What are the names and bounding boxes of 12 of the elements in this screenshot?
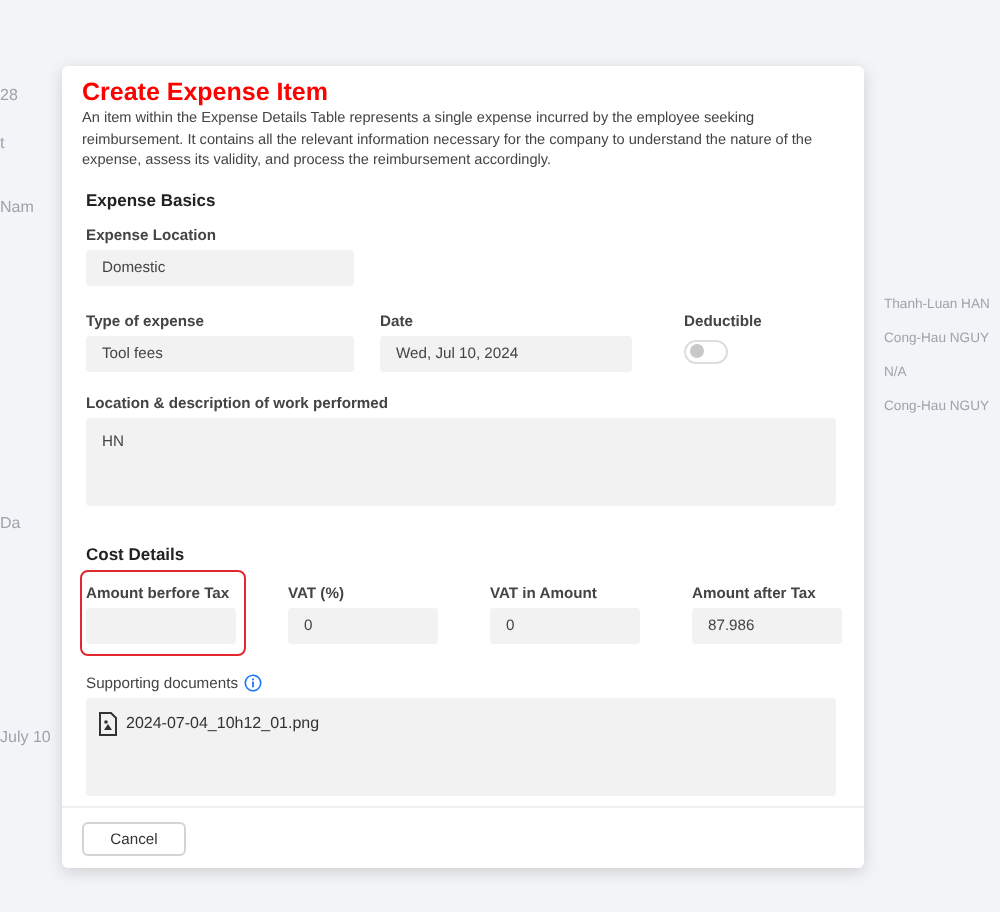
section-heading: Expense Basics	[86, 189, 218, 209]
background-text: July 10	[0, 726, 53, 750]
toggle-switch[interactable]	[684, 339, 728, 363]
background-text: Nam	[0, 196, 36, 220]
section-heading: Cost Details	[86, 543, 187, 563]
dialog-title: Create Expense Item	[82, 78, 330, 108]
file-name[interactable]: 2024-07-04_10h12_01.png	[126, 714, 320, 732]
background-text: Da	[0, 512, 23, 536]
background-text: t	[0, 132, 7, 156]
background-text: 28	[0, 84, 20, 108]
image-file-icon	[98, 711, 118, 735]
info-icon[interactable]	[244, 673, 262, 691]
